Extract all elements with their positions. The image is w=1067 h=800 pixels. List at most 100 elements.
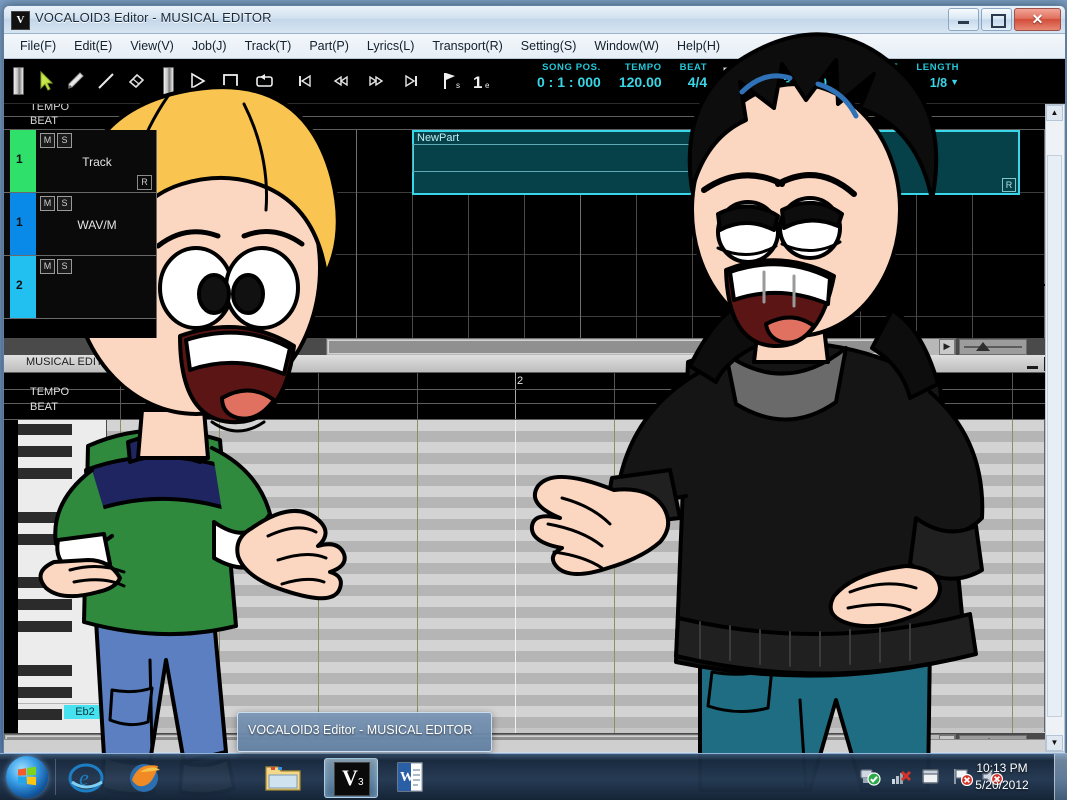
piano-black-key[interactable] [18,424,72,435]
loop-start-marker-button[interactable]: s [435,66,465,96]
beat-label: BEAT [679,62,708,73]
toolbar-grip-cursor[interactable] [723,67,735,95]
start-button[interactable] [6,756,48,798]
piano-black-key[interactable] [18,599,72,610]
readout-tempo[interactable]: TEMPO 120.00 [619,61,662,91]
rewind-to-start-button[interactable] [289,66,319,96]
eraser-tool[interactable] [121,66,151,96]
menu-setting[interactable]: Setting(S) [512,36,586,56]
track-name-2[interactable]: WAV/M [44,218,150,232]
piano-black-key[interactable] [18,512,72,523]
piano-black-key[interactable] [18,534,72,545]
outer-scroll-thumb[interactable] [1047,155,1062,717]
play-button[interactable] [181,66,211,96]
length-value[interactable]: 1/8 ▼ [930,74,959,92]
show-desktop-button[interactable] [1054,754,1067,800]
menu-view[interactable]: View(V) [121,36,183,56]
mute-button-3[interactable]: M [40,259,55,274]
rewind-button[interactable] [325,66,355,96]
maximize-button[interactable] [981,8,1012,31]
arrow-tool[interactable] [31,66,61,96]
bar-number-2: 2 [517,375,524,387]
network-ok-icon[interactable] [859,766,881,791]
menu-track[interactable]: Track(T) [236,36,301,56]
taskbar-preview-tooltip[interactable]: VOCALOID3 Editor - MUSICAL EDITOR [237,712,492,752]
track-row-1[interactable]: 1 M S Track R [4,130,156,193]
tempo-value: 120.00 [618,74,662,90]
quantize-value[interactable]: 1/8 ▼ [869,74,898,92]
piano-keyboard[interactable]: Eb2 [18,420,107,752]
pencil-tool[interactable] [61,66,91,96]
readout-length[interactable]: LENGTH 1/8 ▼ [916,61,959,92]
piano-black-key[interactable] [18,446,72,457]
minimize-button[interactable] [948,8,979,31]
outer-scroll-up-arrow[interactable]: ▲ [1046,105,1063,121]
track-row-2[interactable]: 1 M S WAV/M [4,193,156,256]
taskbar-word[interactable]: W [390,758,442,796]
solo-button-2[interactable]: S [57,196,72,211]
outer-scroll-down-arrow[interactable]: ▼ [1046,735,1063,751]
musical-editor-minimize-button[interactable] [1027,366,1038,369]
musical-editor-title-bar[interactable]: MUSICAL EDITOR [4,355,1065,373]
track-row-3[interactable]: 2 M S [4,256,156,319]
length-label: LENGTH [916,62,960,73]
toolbar-grip-tools[interactable] [13,67,24,95]
app-icon: V [11,11,30,30]
taskbar-internet-explorer[interactable]: e [66,758,118,796]
loop-button[interactable] [249,66,279,96]
menu-file[interactable]: File(F) [11,36,65,56]
piano-black-key[interactable] [18,687,72,698]
track-grid[interactable]: NewPart R [156,130,1045,338]
readout-cursor[interactable]: CURSOR 1 : 3 : 000 [763,61,827,91]
track-zoom-slider[interactable] [959,339,1027,355]
menu-lyrics[interactable]: Lyrics(L) [358,36,423,56]
action-center-icon[interactable] [920,766,942,791]
record-button-1[interactable]: R [137,175,152,190]
piano-black-key[interactable] [18,577,72,588]
mute-button-1[interactable]: M [40,133,55,148]
title-bar[interactable]: V VOCALOID3 Editor - MUSICAL EDITOR ✕ [4,6,1065,34]
solo-button-3[interactable]: S [57,259,72,274]
signal-disconnected-icon[interactable] [890,766,912,791]
loop-end-marker-button[interactable]: 1e [467,66,497,96]
menu-job[interactable]: Job(J) [183,36,236,56]
forward-to-end-button[interactable] [397,66,427,96]
taskbar-vocaloid3[interactable]: V 3 [324,758,378,798]
solo-button-1[interactable]: S [57,133,72,148]
piano-black-key[interactable] [18,621,72,632]
track-playhead[interactable] [206,130,208,338]
toolbar-grip-transport[interactable] [163,67,174,95]
menu-window[interactable]: Window(W) [585,36,668,56]
readout-beat[interactable]: BEAT 4/4 [680,61,708,91]
zoom-slider-knob[interactable] [976,342,990,351]
menu-transport[interactable]: Transport(R) [423,36,511,56]
taskbar-firefox[interactable] [124,758,176,796]
piano-black-key[interactable] [18,665,72,676]
note-roll-grid[interactable] [107,420,1045,752]
track-name-1[interactable]: Track [44,155,150,169]
outer-vertical-scrollbar[interactable]: ▲ ▼ [1045,104,1065,752]
piano-black-key[interactable] [18,468,72,479]
musical-editor-ruler[interactable]: 2 3 TEMPO BEAT [4,372,1065,420]
track-hscroll-right-arrow[interactable]: ▶ [939,339,955,355]
line-tool[interactable] [91,66,121,96]
length-value-text: 1/8 [929,76,948,90]
menu-help[interactable]: Help(H) [668,36,729,56]
musical-editor-body: Eb2 [4,420,1065,752]
menu-part[interactable]: Part(P) [300,36,358,56]
track-horizontal-scrollbar[interactable]: ▶ [326,338,956,356]
track-hscroll-thumb[interactable] [328,340,920,354]
stop-button[interactable] [215,66,245,96]
track-ruler[interactable]: TEMPO BEAT [4,104,1065,131]
taskbar-file-explorer[interactable] [262,758,314,796]
piano-black-key[interactable] [18,709,62,720]
close-button[interactable]: ✕ [1014,8,1061,31]
readout-song-pos[interactable]: SONG POS. 0 : 1 : 000 [537,61,601,91]
song-pos-label: SONG POS. [542,62,601,73]
mute-button-2[interactable]: M [40,196,55,211]
readout-quantize[interactable]: QUANTIZE 1/8 ▼ [845,61,898,92]
menu-edit[interactable]: Edit(E) [65,36,121,56]
part-newpart[interactable]: NewPart R [412,130,1020,195]
fast-forward-button[interactable] [361,66,391,96]
taskbar-clock[interactable]: 10:13 PM 5/20/2012 [959,760,1045,794]
